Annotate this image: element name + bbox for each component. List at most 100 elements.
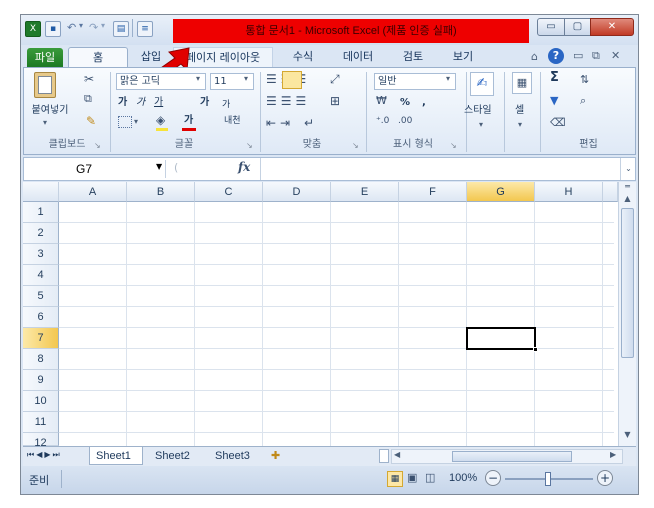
undo-icon[interactable]: ↶ (67, 21, 76, 34)
row-header-10[interactable]: 10 (23, 391, 59, 412)
percent-button[interactable]: % (400, 96, 410, 110)
font-color-button[interactable]: 가 (184, 114, 193, 128)
save-icon[interactable]: ▪ (45, 21, 61, 37)
number-launcher-icon[interactable]: ↘ (450, 141, 457, 150)
tab-review[interactable]: 검토 (393, 47, 433, 67)
styles-dropdown-icon[interactable]: ▾ (479, 120, 483, 129)
scroll-left-icon[interactable]: ◀ (394, 450, 400, 459)
minimize-ribbon-icon[interactable]: ⌂ (531, 50, 538, 63)
page-break-view-icon[interactable]: ◫ (425, 471, 435, 484)
clear-icon[interactable]: ⌫ (550, 116, 566, 129)
quick-print-icon[interactable]: ▤ (113, 21, 129, 37)
workbook-restore-icon[interactable]: ⧉ (592, 49, 600, 63)
bold-button[interactable]: 가 (118, 96, 127, 110)
cells-label[interactable]: 셀 (515, 104, 524, 118)
fill-color-icon[interactable]: ◈ (156, 113, 165, 127)
row-header-9[interactable]: 9 (23, 370, 59, 391)
maximize-button[interactable]: ▢ (564, 18, 591, 36)
insert-sheet-icon[interactable]: ✚ (271, 449, 280, 462)
zoom-level[interactable]: 100% (449, 472, 477, 484)
autosum-button[interactable]: Σ (550, 71, 559, 85)
workbook-close-icon[interactable]: ✕ (611, 49, 620, 62)
name-box-dropdown-icon[interactable]: ▼ (156, 162, 162, 171)
alignment-launcher-icon[interactable]: ↘ (352, 141, 359, 150)
cut-icon[interactable]: ✂ (84, 72, 94, 86)
scroll-down-icon[interactable]: ▼ (621, 430, 634, 444)
expand-formula-bar-icon[interactable]: ⌄ (620, 158, 636, 180)
select-all-corner[interactable] (23, 182, 59, 202)
vertical-scroll-thumb[interactable] (621, 208, 634, 358)
number-format-dropdown-icon[interactable]: ▾ (446, 74, 450, 83)
horizontal-align-icons[interactable]: ☰☰☰ (266, 94, 310, 108)
column-header-e[interactable]: E (331, 182, 399, 202)
comma-button[interactable]: , (422, 96, 426, 110)
tab-file[interactable]: 파일 (27, 48, 63, 67)
cells-icon[interactable]: ▦ (512, 72, 532, 94)
sheet-nav-icons[interactable]: ⏮◀▶⏭ (27, 450, 62, 460)
sheet-tab-1[interactable]: Sheet1 (89, 447, 143, 465)
copy-icon[interactable]: ⧉ (84, 92, 92, 106)
format-painter-icon[interactable]: ✎ (86, 114, 96, 128)
row-header-5[interactable]: 5 (23, 286, 59, 307)
horizontal-scrollbar[interactable]: ◀ ▶ (391, 449, 623, 464)
row-header-4[interactable]: 4 (23, 265, 59, 286)
tab-data[interactable]: 데이터 (335, 47, 381, 67)
vertical-scrollbar[interactable]: ═ ▲ ▼ (618, 182, 636, 446)
font-name-dropdown-icon[interactable]: ▾ (196, 74, 200, 83)
scroll-up-icon[interactable]: ▲ (621, 194, 634, 208)
row-header-12[interactable]: 12 (23, 433, 59, 449)
fill-handle[interactable] (533, 347, 538, 352)
phonetic-guide-button[interactable]: 내천 (224, 114, 241, 128)
zoom-in-icon[interactable]: + (597, 470, 613, 486)
redo-icon[interactable]: ↷ (89, 21, 98, 34)
cells-dropdown-icon[interactable]: ▾ (518, 120, 522, 129)
formula-input[interactable] (264, 160, 620, 178)
number-format-box[interactable]: 일반 (374, 73, 456, 90)
italic-button[interactable]: 가 (136, 96, 145, 110)
split-box-icon[interactable]: ═ (621, 182, 634, 194)
paste-button[interactable]: 붙여넣기 (26, 104, 74, 118)
fill-icon[interactable]: ▼ (550, 94, 558, 107)
minimize-button[interactable]: ▭ (537, 18, 565, 36)
merge-center-icon[interactable]: ⊞ (330, 94, 340, 108)
sheet-tab-3[interactable]: Sheet3 (209, 447, 265, 465)
decrease-decimal-icon[interactable]: .00 (398, 116, 412, 126)
tab-formulas[interactable]: 수식 (283, 47, 323, 67)
orientation-icon[interactable]: ⤢ (330, 72, 340, 87)
tab-home[interactable]: 홈 (68, 47, 128, 67)
help-icon[interactable]: ? (548, 48, 564, 64)
column-header-g[interactable]: G (467, 182, 535, 202)
styles-icon[interactable]: ✍ (470, 72, 494, 96)
borders-icon[interactable] (118, 116, 132, 128)
styles-label[interactable]: 스타일 (464, 104, 492, 118)
column-header-b[interactable]: B (127, 182, 195, 202)
borders-dropdown-icon[interactable]: ▾ (134, 117, 138, 126)
grow-font-button[interactable]: 가 (200, 96, 209, 110)
close-button[interactable]: ✕ (590, 18, 634, 36)
row-header-2[interactable]: 2 (23, 223, 59, 244)
page-layout-view-icon[interactable]: ▣ (407, 471, 417, 484)
wrap-text-icon[interactable]: ↵ (304, 116, 314, 130)
column-header-f[interactable]: F (399, 182, 467, 202)
font-name-box[interactable]: 맑은 고딕 (116, 73, 206, 90)
zoom-slider-thumb[interactable] (545, 472, 551, 486)
insert-function-button[interactable]: fx (238, 160, 250, 174)
excel-app-icon[interactable]: X (25, 21, 41, 37)
paste-dropdown-icon[interactable]: ▾ (43, 118, 47, 127)
row-header-8[interactable]: 8 (23, 349, 59, 370)
name-box[interactable]: G7 (26, 160, 166, 178)
sheet-tab-2[interactable]: Sheet2 (149, 447, 205, 465)
clipboard-launcher-icon[interactable]: ↘ (94, 141, 101, 150)
row-header-6[interactable]: 6 (23, 307, 59, 328)
increase-decimal-icon[interactable]: ⁺.0 (376, 116, 389, 126)
font-launcher-icon[interactable]: ↘ (246, 141, 253, 150)
row-header-7[interactable]: 7 (23, 328, 59, 349)
column-header-a[interactable]: A (59, 182, 127, 202)
shrink-font-button[interactable]: 가 (222, 98, 230, 112)
font-size-dropdown-icon[interactable]: ▾ (244, 74, 248, 83)
undo-dropdown-icon[interactable]: ▾ (79, 21, 83, 30)
customize-qat-icon[interactable]: ≡ (137, 21, 153, 37)
row-header-3[interactable]: 3 (23, 244, 59, 265)
row-header-11[interactable]: 11 (23, 412, 59, 433)
sort-filter-icon[interactable]: ⇅ (580, 73, 589, 86)
